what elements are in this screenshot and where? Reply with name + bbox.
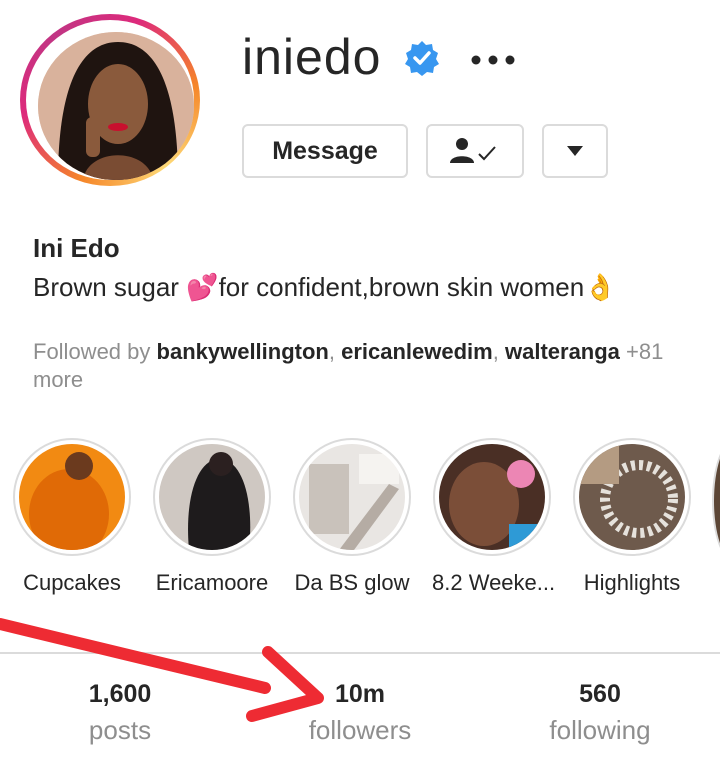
highlight-item-partial[interactable]	[712, 440, 720, 562]
profile-username: iniedo	[242, 29, 382, 85]
bio-text-start: Brown sugar	[33, 272, 187, 302]
highlight-cover	[439, 444, 545, 550]
avatar-photo	[38, 32, 194, 180]
highlight-item[interactable]: Da BS glow	[292, 438, 412, 596]
highlight-cover	[579, 444, 685, 550]
highlight-item[interactable]: Ericamoore	[152, 438, 272, 596]
following-label: following	[549, 715, 651, 745]
more-horizontal-icon[interactable]	[470, 42, 516, 72]
followed-by-text[interactable]: Followed by bankywellington, ericanlewed…	[33, 338, 693, 394]
mutual-follower-link[interactable]: walteranga	[505, 339, 620, 364]
highlight-label: 8.2 Weeke...	[432, 570, 556, 595]
triangle-down-icon	[567, 146, 583, 156]
highlight-cover	[299, 444, 405, 550]
following-stat[interactable]: 560 following	[500, 680, 700, 746]
ok-hand-emoji-icon: 👌	[584, 272, 617, 302]
verified-badge-icon	[404, 40, 440, 76]
highlight-item[interactable]: Highlights	[572, 438, 692, 596]
highlight-label: Ericamoore	[155, 570, 269, 595]
highlight-item[interactable]: 8.2 Weeke...	[432, 438, 556, 596]
mutual-follower-link[interactable]: ericanlewedim	[341, 339, 493, 364]
suggested-dropdown-button[interactable]	[542, 124, 608, 178]
two-hearts-emoji-icon: 💕	[186, 272, 219, 302]
highlight-label: Highlights	[583, 570, 681, 595]
following-button[interactable]	[426, 124, 524, 178]
highlight-cover	[19, 444, 125, 550]
highlight-label: Cupcakes	[23, 570, 121, 595]
highlight-item[interactable]: Cupcakes	[12, 438, 132, 596]
annotation-arrow	[0, 618, 324, 722]
mutual-follower-link[interactable]: bankywellington	[157, 339, 329, 364]
person-check-icon	[450, 138, 496, 163]
following-count: 560	[579, 680, 621, 708]
message-button[interactable]: Message	[242, 124, 408, 178]
bio-text-end: for confident,brown skin women	[218, 272, 585, 302]
highlight-cover	[159, 444, 265, 550]
profile-avatar[interactable]	[20, 14, 200, 186]
highlight-label: Da BS glow	[294, 570, 410, 595]
profile-bio: Brown sugar 💕for confident,brown skin wo…	[33, 272, 617, 303]
profile-full-name: Ini Edo	[33, 233, 120, 263]
